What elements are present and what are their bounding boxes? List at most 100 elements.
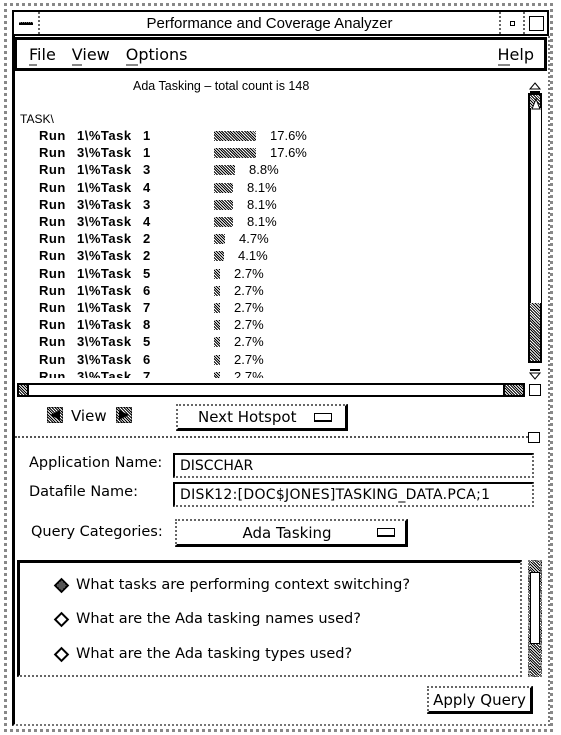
menu-file[interactable]: File (29, 44, 56, 66)
histogram-row[interactable]: Run 3\%Task 2 4.1% (39, 248, 519, 265)
histogram-rows: Run 1\%Task 1 17.6% Run 3\%Task 1 17.6% Run 1\%Ta… (39, 128, 519, 378)
histogram-row[interactable]: Run 1\%Task 4 8.1% (39, 180, 519, 197)
window-title: Performance and Coverage Analyzer (146, 14, 393, 32)
histogram-bar (214, 131, 256, 141)
task-label: 1\%Task (77, 317, 132, 333)
percentage-label: 8.1% (247, 179, 277, 195)
histogram-row[interactable]: Run 1\%Task 7 2.7% (39, 300, 519, 317)
histogram-bar (214, 371, 220, 378)
run-label: Run (39, 162, 66, 178)
query-option-label: What tasks are performing context switch… (76, 577, 411, 593)
query-list-scroll-thumb[interactable] (530, 572, 540, 644)
horizontal-scroll-thumb[interactable] (27, 385, 505, 395)
histogram-row[interactable]: Run 1\%Task 6 2.7% (39, 283, 519, 300)
task-number: 2 (143, 248, 151, 264)
histogram-row[interactable]: Run 3\%Task 6 2.7% (39, 352, 519, 369)
task-number: 6 (143, 282, 151, 298)
view-next-button[interactable] (115, 406, 133, 424)
query-category-value: Ada Tasking (242, 523, 332, 542)
minimize-icon (509, 20, 515, 26)
datafile-name-field[interactable]: DISK12:[DOC$JONES]TASKING_DATA.PCA;1 (173, 482, 534, 507)
apply-query-button[interactable]: Apply Query (427, 686, 533, 714)
histogram-bar (214, 303, 220, 313)
menu-help[interactable]: Help (497, 44, 534, 66)
histogram-bar (214, 251, 224, 262)
task-number: 2 (143, 231, 151, 247)
task-number: 4 (143, 179, 151, 195)
task-label: 3\%Task (77, 196, 132, 212)
histogram-bar (214, 320, 220, 331)
window-menu-icon (19, 21, 33, 25)
datafile-name-label: Datafile Name: (29, 484, 138, 500)
run-label: Run (39, 248, 66, 264)
histogram-row[interactable]: Run 3\%Task 3 8.1% (39, 197, 519, 214)
left-arrow-icon (46, 406, 64, 424)
menu-view[interactable]: View (71, 44, 110, 66)
query-list: What tasks are performing context switch… (17, 560, 522, 677)
task-label: 1\%Task (77, 265, 132, 281)
minimize-button[interactable] (499, 12, 523, 34)
percentage-label: 2.7% (234, 317, 264, 333)
histogram-row[interactable]: Run 1\%Task 2 4.7% (39, 231, 519, 248)
task-label: 3\%Task (77, 334, 132, 350)
task-number: 7 (143, 300, 151, 315)
task-label: 1\%Task (77, 300, 132, 315)
menu-mnemonic: H (497, 44, 510, 66)
histogram-row[interactable]: Run 1\%Task 5 2.7% (39, 266, 519, 283)
histogram-row[interactable]: Run 1\%Task 3 8.8% (39, 162, 519, 179)
histogram-row[interactable]: Run 1\%Task 1 17.6% (39, 128, 519, 145)
histogram-bar (214, 337, 220, 348)
run-label: Run (39, 265, 66, 281)
application-name-label: Application Name: (29, 455, 163, 471)
query-categories-label: Query Categories: (31, 524, 163, 540)
run-label: Run (39, 179, 66, 195)
view-previous-button[interactable] (46, 406, 64, 424)
percentage-label: 4.7% (239, 231, 269, 247)
radio-diamond-selected-icon[interactable] (53, 577, 70, 593)
run-label: Run (39, 196, 66, 212)
radio-diamond-icon[interactable] (53, 611, 70, 627)
maximize-button[interactable] (523, 12, 547, 34)
query-option[interactable]: What tasks are performing context switch… (53, 577, 411, 593)
histogram-row[interactable]: Run 3\%Task 7 2.7% (39, 369, 519, 378)
histogram-bar (214, 148, 256, 159)
task-number: 6 (143, 351, 151, 367)
histogram-row[interactable]: Run 3\%Task 4 8.1% (39, 214, 519, 231)
histogram-bar (214, 268, 220, 279)
menu-mnemonic: V (71, 44, 83, 66)
task-number: 3 (143, 196, 151, 212)
histogram-row[interactable]: Run 3\%Task 5 2.7% (39, 334, 519, 351)
scroll-top-button[interactable] (528, 79, 542, 93)
histogram-bar (214, 354, 220, 365)
histogram-bar (214, 217, 233, 227)
task-label: 3\%Task (77, 351, 132, 367)
menu-options[interactable]: Options (125, 44, 188, 66)
query-option-label: What are the Ada tasking names used? (76, 611, 361, 627)
histogram-row[interactable]: Run 3\%Task 1 17.6% (39, 145, 519, 162)
run-label: Run (39, 300, 66, 315)
window-menu-button[interactable] (14, 12, 40, 34)
menu-label: ptions (138, 44, 188, 64)
vertical-scroll-thumb[interactable] (530, 98, 542, 303)
pane-sash-handle[interactable] (528, 432, 540, 443)
query-option[interactable]: What are the Ada tasking names used? (53, 611, 361, 627)
application-name-field[interactable]: DISCCHAR (173, 453, 534, 478)
task-label: 1\%Task (77, 231, 132, 247)
histogram-bar (214, 165, 235, 176)
task-label: 1\%Task (77, 282, 132, 298)
task-label: 3\%Task (77, 248, 132, 264)
menu-label: iew (82, 44, 110, 64)
run-label: Run (39, 128, 66, 143)
scroll-bottom-button[interactable] (528, 365, 542, 380)
histogram-row[interactable]: Run 1\%Task 8 2.7% (39, 317, 519, 334)
radio-diamond-icon[interactable] (53, 646, 70, 662)
query-categories-menu[interactable]: Ada Tasking (175, 519, 408, 547)
scroll-up-arrow-icon (531, 98, 541, 110)
task-number: 1 (143, 128, 151, 143)
query-option[interactable]: What are the Ada tasking types used? (53, 646, 352, 662)
title-bar[interactable]: Performance and Coverage Analyzer (12, 10, 549, 36)
task-number: 4 (143, 214, 151, 229)
task-number: 7 (143, 368, 151, 378)
group-label: TASK\ (20, 112, 54, 126)
next-hotspot-menu[interactable]: Next Hotspot (176, 404, 348, 431)
